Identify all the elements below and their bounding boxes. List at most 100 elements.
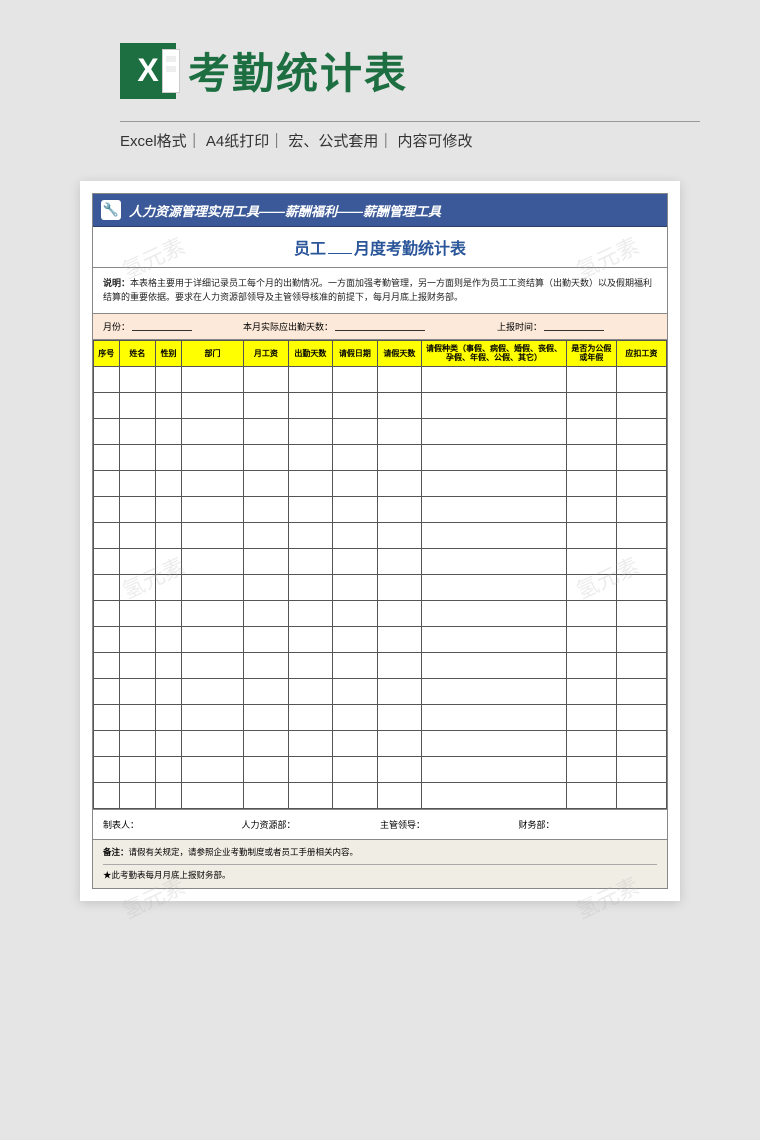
table-cell [566, 522, 616, 548]
table-cell [377, 470, 422, 496]
table-cell [156, 730, 182, 756]
table-cell [119, 756, 156, 782]
table-cell [244, 496, 289, 522]
table-cell [377, 366, 422, 392]
table-cell [181, 392, 243, 418]
table-cell [94, 574, 120, 600]
table-cell [288, 444, 333, 470]
table-cell [156, 704, 182, 730]
table-cell [119, 626, 156, 652]
table-cell [333, 782, 378, 808]
table-cell [119, 600, 156, 626]
actual-days-label: 本月实际应出勤天数： [243, 320, 333, 333]
description-box: 说明：本表格主要用于详细记录员工每个月的出勤情况。一方面加强考勤管理，另一方面则… [93, 268, 667, 314]
notes-line1: 请假有关规定，请参照企业考勤制度或者员工手册相关内容。 [129, 847, 359, 857]
table-cell [181, 548, 243, 574]
table-cell [333, 548, 378, 574]
table-cell [288, 704, 333, 730]
table-cell [422, 366, 567, 392]
meta-row: 月份： 本月实际应出勤天数： 上报时间： [93, 314, 667, 340]
table-cell [181, 366, 243, 392]
notes-line2: ★此考勤表每月月底上报财务部。 [103, 869, 657, 883]
table-row [94, 496, 667, 522]
table-cell [288, 626, 333, 652]
table-row [94, 652, 667, 678]
table-cell [94, 392, 120, 418]
month-label: 月份： [103, 320, 130, 333]
document-banner: 🔧 人力资源管理实用工具——薪酬福利——薪酬管理工具 [93, 194, 667, 227]
table-cell [181, 418, 243, 444]
table-cell [156, 444, 182, 470]
table-cell [94, 678, 120, 704]
table-cell [377, 444, 422, 470]
table-cell [333, 444, 378, 470]
table-cell [244, 574, 289, 600]
table-cell [119, 522, 156, 548]
table-cell [333, 704, 378, 730]
table-cell [288, 418, 333, 444]
table-cell [156, 782, 182, 808]
table-cell [244, 730, 289, 756]
table-cell [119, 496, 156, 522]
table-cell [244, 782, 289, 808]
table-cell [119, 704, 156, 730]
table-cell [616, 470, 666, 496]
table-header-cell: 月工资 [244, 340, 289, 366]
table-cell [566, 470, 616, 496]
banner-text: 人力资源管理实用工具——薪酬福利——薪酬管理工具 [129, 201, 441, 220]
table-header-cell: 姓名 [119, 340, 156, 366]
table-cell [566, 574, 616, 600]
table-header-cell: 应扣工资 [616, 340, 666, 366]
table-cell [288, 392, 333, 418]
table-header-cell: 是否为公假或年假 [566, 340, 616, 366]
table-cell [422, 652, 567, 678]
table-cell [422, 756, 567, 782]
table-cell [119, 678, 156, 704]
table-cell [616, 704, 666, 730]
table-cell [566, 626, 616, 652]
table-cell [616, 548, 666, 574]
table-cell [156, 470, 182, 496]
table-cell [156, 366, 182, 392]
table-header-cell: 请假种类（事假、病假、婚假、丧假、孕假、年假、公假、其它） [422, 340, 567, 366]
table-cell [94, 600, 120, 626]
table-cell [156, 496, 182, 522]
table-row [94, 470, 667, 496]
table-cell [333, 626, 378, 652]
table-cell [244, 392, 289, 418]
table-header-row: 序号姓名性别部门月工资出勤天数请假日期请假天数请假种类（事假、病假、婚假、丧假、… [94, 340, 667, 366]
table-cell [244, 418, 289, 444]
table-header-cell: 请假天数 [377, 340, 422, 366]
sign-hr: 人力资源部： [242, 818, 381, 831]
table-cell [566, 548, 616, 574]
table-cell [422, 548, 567, 574]
report-time-label: 上报时间： [497, 320, 542, 333]
document-title: 员工月度考勤统计表 [294, 241, 466, 258]
table-cell [181, 730, 243, 756]
table-cell [333, 522, 378, 548]
table-cell [94, 782, 120, 808]
table-cell [616, 574, 666, 600]
document-title-row: 员工月度考勤统计表 [93, 227, 667, 268]
table-cell [566, 652, 616, 678]
table-cell [94, 704, 120, 730]
table-cell [119, 574, 156, 600]
table-cell [181, 756, 243, 782]
table-cell [156, 392, 182, 418]
table-cell [156, 418, 182, 444]
table-cell [333, 730, 378, 756]
table-cell [119, 418, 156, 444]
table-row [94, 418, 667, 444]
table-row [94, 444, 667, 470]
actual-days-blank [335, 321, 425, 331]
table-cell [288, 652, 333, 678]
table-cell [244, 600, 289, 626]
table-cell [94, 548, 120, 574]
description-label: 说明： [103, 278, 130, 288]
table-cell [422, 782, 567, 808]
table-cell [181, 600, 243, 626]
table-cell [244, 704, 289, 730]
table-header-cell: 性别 [156, 340, 182, 366]
table-cell [181, 704, 243, 730]
table-cell [566, 678, 616, 704]
